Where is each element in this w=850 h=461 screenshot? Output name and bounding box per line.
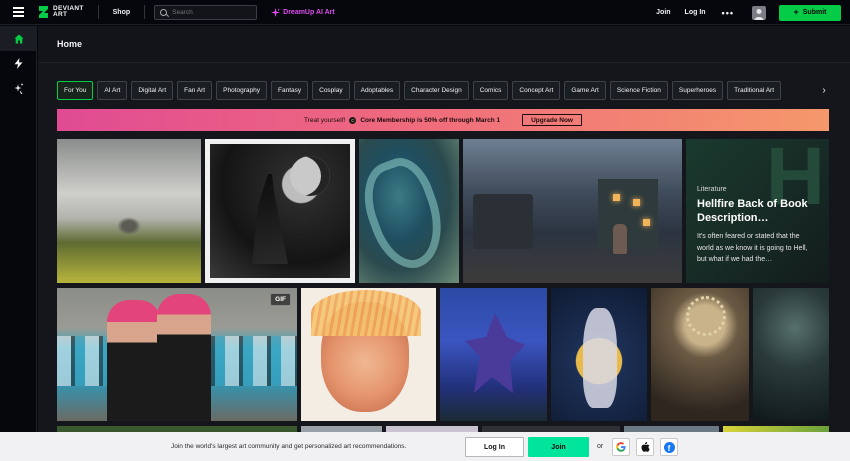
chip-comics[interactable]: Comics — [472, 81, 509, 100]
literature-excerpt: It's often feared or stated that the wor… — [697, 233, 808, 263]
top-navigation-bar: DEVIANT ART Shop DreamUp AI Art Join Log… — [0, 0, 850, 25]
home-icon — [14, 34, 23, 43]
artwork-thumbnail[interactable] — [551, 288, 647, 421]
chip-traditional-art[interactable]: Traditional Art — [727, 81, 782, 100]
signup-join-button[interactable]: Join — [528, 437, 589, 457]
artwork-thumbnail[interactable] — [463, 139, 682, 283]
facebook-icon: f — [663, 441, 675, 453]
chip-photography[interactable]: Photography — [216, 81, 267, 100]
submit-button[interactable]: + Submit — [779, 4, 841, 21]
artwork-thumbnail[interactable] — [57, 139, 201, 283]
chip-science-fiction[interactable]: Science Fiction — [609, 81, 668, 100]
plus-icon: + — [793, 7, 799, 17]
literature-category: Literature — [697, 186, 727, 193]
chip-game-art[interactable]: Game Art — [564, 81, 606, 100]
search-box[interactable] — [154, 4, 258, 20]
shop-link[interactable]: Shop — [113, 9, 131, 16]
deviantart-logo[interactable]: DEVIANT ART — [38, 4, 84, 19]
lightning-icon — [14, 58, 23, 69]
chip-superheroes[interactable]: Superheroes — [671, 81, 724, 100]
search-icon — [160, 8, 168, 16]
submit-label: Submit — [802, 9, 827, 16]
artwork-thumbnail[interactable] — [205, 139, 355, 283]
sparkle-icon — [271, 7, 281, 17]
main-content: Home For You AI Art Digital Art Fan Art … — [38, 26, 850, 461]
menu-icon[interactable] — [0, 0, 36, 25]
sidebar-item-dreamup[interactable] — [0, 76, 37, 101]
chip-fan-art[interactable]: Fan Art — [177, 81, 213, 100]
sidebar-item-home[interactable] — [0, 26, 37, 51]
chip-character-design[interactable]: Character Design — [404, 81, 469, 100]
literature-card[interactable]: H Literature Hellfire Back of Book Descr… — [686, 139, 829, 283]
artwork-thumbnail[interactable] — [359, 139, 459, 283]
chip-digital-art[interactable]: Digital Art — [131, 81, 174, 100]
page-header: Home — [38, 26, 850, 63]
chip-ai-art[interactable]: AI Art — [97, 81, 128, 100]
sidebar-item-watch[interactable] — [0, 51, 37, 76]
page-title: Home — [57, 39, 83, 49]
google-login-button[interactable] — [612, 438, 630, 456]
deviantart-logo-icon — [39, 6, 48, 18]
artwork-thumbnail[interactable] — [301, 288, 436, 421]
dreamup-label: DreamUp AI Art — [283, 8, 335, 16]
upgrade-now-button[interactable]: Upgrade Now — [522, 114, 582, 126]
left-sidebar — [0, 26, 37, 461]
login-link[interactable]: Log In — [685, 9, 706, 16]
search-input[interactable] — [172, 8, 253, 16]
core-badge-icon: C — [349, 116, 357, 124]
promo-offer: Core Membership is 50% off through March… — [360, 116, 501, 124]
facebook-login-button[interactable]: f — [660, 438, 678, 456]
gif-badge: GIF — [270, 293, 291, 306]
chip-fantasy[interactable]: Fantasy — [271, 81, 309, 100]
artwork-thumbnail[interactable] — [753, 288, 829, 421]
literature-title: Hellfire Back of Book Description… — [697, 198, 808, 224]
more-options-icon[interactable]: ••• — [722, 8, 734, 18]
signup-login-button[interactable]: Log In — [465, 437, 524, 457]
promo-lead: Treat yourself! — [304, 116, 346, 124]
divider — [144, 5, 146, 19]
dreamup-link[interactable]: DreamUp AI Art — [271, 7, 335, 17]
artwork-thumbnail[interactable]: GIF — [57, 288, 297, 421]
chip-for-you[interactable]: For You — [57, 81, 94, 100]
artwork-thumbnail[interactable] — [440, 288, 547, 421]
category-chips: For You AI Art Digital Art Fan Art Photo… — [57, 81, 829, 100]
chip-adoptables[interactable]: Adoptables — [353, 81, 401, 100]
account-actions: Join Log In ••• + Submit — [656, 0, 841, 25]
promo-banner: Treat yourself! C Core Membership is 50%… — [57, 109, 829, 131]
apple-login-button[interactable] — [636, 438, 654, 456]
user-silhouette-icon — [754, 8, 764, 20]
chip-concept-art[interactable]: Concept Art — [512, 81, 561, 100]
signup-prompt-bar: Join the world's largest art community a… — [0, 432, 850, 461]
signup-prompt-text: Join the world's largest art community a… — [171, 443, 407, 450]
dreamup-star-icon — [14, 83, 24, 94]
divider — [97, 5, 99, 19]
or-separator: or — [597, 443, 604, 450]
join-link[interactable]: Join — [656, 9, 670, 16]
chip-cosplay[interactable]: Cosplay — [312, 81, 350, 100]
google-icon — [616, 442, 626, 452]
apple-icon — [641, 442, 650, 452]
chevron-right-icon[interactable]: › — [818, 81, 830, 100]
avatar-icon[interactable] — [752, 5, 766, 20]
logo-wordmark: DEVIANT ART — [53, 4, 84, 18]
artwork-thumbnail[interactable] — [651, 288, 749, 421]
